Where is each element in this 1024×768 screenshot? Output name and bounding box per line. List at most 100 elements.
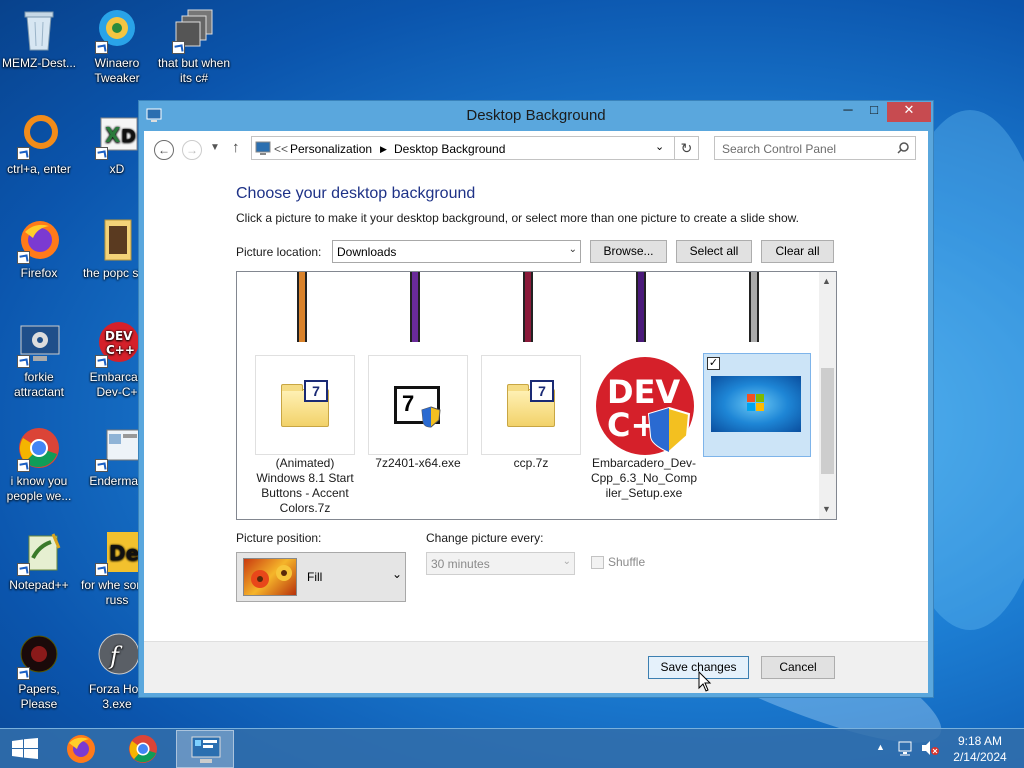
picture-position-label: Picture position: <box>236 531 322 545</box>
chrome-icon <box>15 424 63 472</box>
shortcut-arrow-icon <box>17 251 30 264</box>
desktop-icon-label: ctrl+a, enter <box>7 162 71 176</box>
change-picture-value: 30 minutes <box>431 557 490 571</box>
shuffle-label: Shuffle <box>608 555 646 569</box>
title-bar[interactable]: Desktop Background ─ □ ✕ <box>139 101 933 131</box>
taskbar-control-panel[interactable] <box>176 730 234 768</box>
picture-location-value: Downloads <box>337 245 397 259</box>
breadcrumb-desktop-background[interactable]: Desktop Background <box>394 142 505 156</box>
windows-logo-icon <box>747 394 764 411</box>
search-placeholder: Search Control Panel <box>722 142 837 156</box>
taskbar: ▲ 9:18 AM 2/14/2024 <box>0 728 1024 768</box>
svg-text:D: D <box>121 126 136 147</box>
dev-cpp-installer-icon: DEV C+ <box>596 357 694 455</box>
desktop-icon-label: i know you people we... <box>6 474 72 503</box>
windows-start-icon <box>12 738 38 759</box>
hxd-icon: XD <box>93 112 141 160</box>
desktop-icon-recycle-bin[interactable]: MEMZ-Dest... <box>0 6 78 71</box>
network-icon[interactable] <box>897 740 913 756</box>
browse-button[interactable]: Browse... <box>590 240 667 263</box>
dialog-footer: Save changes Cancel <box>144 641 928 693</box>
taskbar-firefox[interactable] <box>52 730 110 768</box>
picture-thumb-selected[interactable]: ✓ <box>703 353 811 457</box>
svg-text:C++: C++ <box>106 343 135 357</box>
desktop-icon-winaero[interactable]: Winaero Tweaker <box>78 6 156 86</box>
windows-wallpaper-image <box>711 376 801 432</box>
desktop-icon-forkie[interactable]: forkie attractant <box>0 320 78 400</box>
picture-checkbox[interactable]: ✓ <box>707 357 720 370</box>
window-title: Desktop Background <box>466 107 606 124</box>
chevron-down-icon: ⌄ <box>562 556 571 567</box>
desktop-icon-notepadpp[interactable]: Notepad++ <box>0 528 78 593</box>
address-bar[interactable]: << Personalization ▶ Desktop Background … <box>251 136 675 160</box>
shortcut-arrow-icon <box>17 459 30 472</box>
shortcut-arrow-icon <box>95 41 108 54</box>
page-heading: Choose your desktop background <box>236 185 476 202</box>
select-all-button[interactable]: Select all <box>676 240 752 263</box>
clear-all-button[interactable]: Clear all <box>761 240 834 263</box>
breadcrumb-personalization[interactable]: Personalization <box>290 142 372 156</box>
desktop-icon-label: Notepad++ <box>9 578 69 592</box>
picture-caption: ccp.7z <box>513 456 549 470</box>
picture-thumb[interactable]: 7 <box>481 355 581 455</box>
control-panel-icon <box>255 141 271 155</box>
forward-button[interactable]: → <box>182 140 202 160</box>
search-input[interactable]: Search Control Panel <box>714 136 916 160</box>
close-button[interactable]: ✕ <box>887 102 931 122</box>
minimize-button[interactable]: ─ <box>835 102 861 122</box>
refresh-button[interactable]: ↻ <box>675 136 699 160</box>
desktop-icon-papers-please[interactable]: Papers, Please <box>0 632 78 712</box>
chevron-down-icon: ⌄ <box>392 567 403 581</box>
shortcut-arrow-icon <box>95 355 108 368</box>
breadcrumb-separator-icon: ▶ <box>380 144 387 154</box>
address-dropdown-chevron-icon[interactable]: ⌄ <box>655 140 664 153</box>
picture-thumb[interactable]: 7 <box>255 355 355 455</box>
desktop-background-window: Desktop Background ─ □ ✕ ← → ▼ ↑ << Pers… <box>138 100 934 698</box>
flower-preview-image <box>243 558 297 596</box>
film-strip-image <box>523 272 533 342</box>
shortcut-arrow-icon <box>95 147 108 160</box>
shuffle-checkbox <box>591 556 604 569</box>
desktop-icon-chrome[interactable]: i know you people we... <box>0 424 78 504</box>
desktop-icon-csharp[interactable]: that but when its c# <box>155 6 233 86</box>
recycle-bin-icon <box>15 6 63 54</box>
desktop-icon-firefox[interactable]: Firefox <box>0 216 78 281</box>
scroll-up-icon[interactable]: ▲ <box>822 276 831 286</box>
navigation-bar: ← → ▼ ↑ << Personalization ▶ Desktop Bac… <box>144 131 928 167</box>
show-hidden-icons-chevron[interactable]: ▲ <box>876 742 885 752</box>
up-button[interactable]: ↑ <box>232 139 240 156</box>
desktop-icon-label: Firefox <box>20 266 58 280</box>
7zip-icon: 7 <box>304 380 328 402</box>
film-strip-image <box>410 272 420 342</box>
taskbar-chrome[interactable] <box>114 730 172 768</box>
picture-thumb[interactable]: 7 <box>368 355 468 455</box>
back-button[interactable]: ← <box>154 140 174 160</box>
scroll-down-icon[interactable]: ▼ <box>822 504 831 514</box>
shortcut-arrow-icon <box>95 459 108 472</box>
gallery-scrollbar[interactable]: ▲ ▼ <box>819 272 836 519</box>
desktop-icon-label: Papers, Please <box>18 682 60 711</box>
recent-pages-chevron-icon[interactable]: ▼ <box>210 142 220 153</box>
clock-date[interactable]: 2/14/2024 <box>948 750 1012 764</box>
clock-time[interactable]: 9:18 AM <box>948 734 1012 748</box>
start-button[interactable] <box>0 729 50 768</box>
papers-please-icon <box>15 632 63 680</box>
maximize-button[interactable]: □ <box>861 102 887 122</box>
desktop-icon-label: forkie attractant <box>13 370 65 399</box>
picture-location-label: Picture location: <box>236 245 322 259</box>
cancel-button[interactable]: Cancel <box>761 656 835 679</box>
scrollbar-thumb[interactable] <box>821 368 834 474</box>
fde-icon: De <box>93 528 141 576</box>
picture-gallery[interactable]: 7 (Animated) Windows 8.1 Start Buttons -… <box>236 271 837 520</box>
search-icon <box>897 142 909 154</box>
window-client: ← → ▼ ↑ << Personalization ▶ Desktop Bac… <box>144 131 928 693</box>
change-picture-label: Change picture every: <box>426 531 544 545</box>
picture-position-select[interactable]: Fill ⌄ <box>236 552 406 602</box>
breadcrumb-overflow[interactable]: << <box>274 142 288 156</box>
notepadpp-icon <box>15 528 63 576</box>
volume-muted-icon[interactable] <box>921 740 939 756</box>
picture-location-select[interactable]: Downloads ⌄ <box>332 240 581 263</box>
firefox-icon <box>15 216 63 264</box>
desktop-icon-ctrl-a[interactable]: ctrl+a, enter <box>0 112 78 177</box>
picture-thumb[interactable]: DEV C+ <box>594 355 694 455</box>
